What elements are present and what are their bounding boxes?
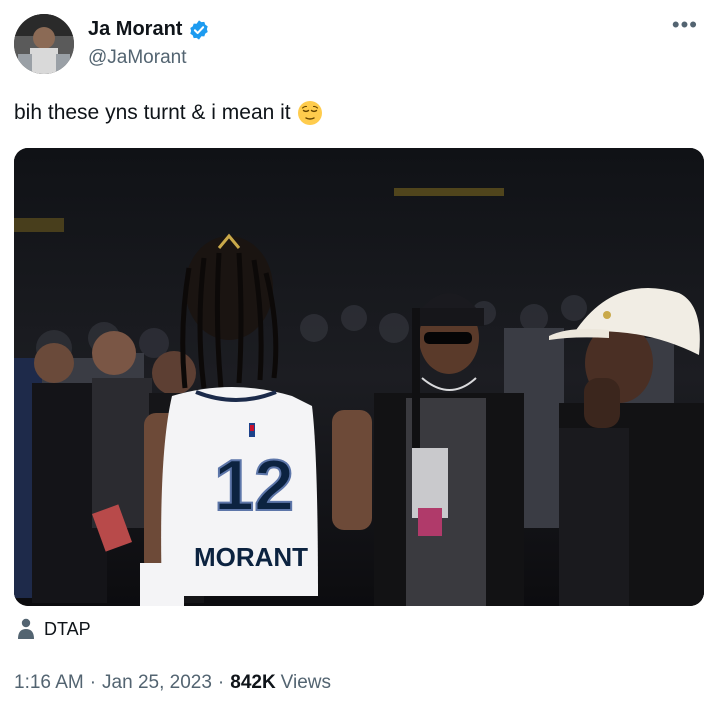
meta-separator: · bbox=[217, 672, 225, 693]
jersey-number: 12 bbox=[214, 446, 294, 526]
tweet-card: Ja Morant @JaMorant ••• bih these yns tu… bbox=[0, 0, 720, 714]
meta-separator: · bbox=[89, 672, 97, 693]
tweet-text-row: bih these yns turnt & i mean it bbox=[14, 100, 323, 126]
views-count[interactable]: 842K bbox=[230, 672, 275, 694]
relieved-face-emoji-icon bbox=[297, 101, 322, 125]
more-horizontal-icon[interactable]: ••• bbox=[672, 14, 698, 36]
person-icon bbox=[18, 618, 34, 639]
verified-badge-icon bbox=[190, 19, 209, 40]
tweet-date[interactable]: Jan 25, 2023 bbox=[102, 672, 212, 694]
tweet-photo[interactable]: 12 MORANT bbox=[14, 148, 704, 606]
location-tag[interactable]: DTAP bbox=[16, 618, 91, 640]
location-label[interactable]: DTAP bbox=[44, 619, 91, 640]
views-label: Views bbox=[280, 672, 332, 693]
avatar[interactable] bbox=[14, 14, 74, 74]
tweet-meta: 1:16 AM · Jan 25, 2023 · 842K Views bbox=[14, 672, 331, 694]
tweet-text: bih these yns turnt & i mean it bbox=[14, 101, 291, 124]
tweet-time[interactable]: 1:16 AM bbox=[14, 672, 84, 694]
jersey-name: MORANT bbox=[194, 542, 308, 572]
name-row: Ja Morant bbox=[88, 18, 210, 41]
author-block[interactable]: Ja Morant @JaMorant bbox=[88, 18, 210, 69]
author-handle[interactable]: @JaMorant bbox=[88, 47, 210, 69]
author-name[interactable]: Ja Morant bbox=[88, 18, 182, 41]
